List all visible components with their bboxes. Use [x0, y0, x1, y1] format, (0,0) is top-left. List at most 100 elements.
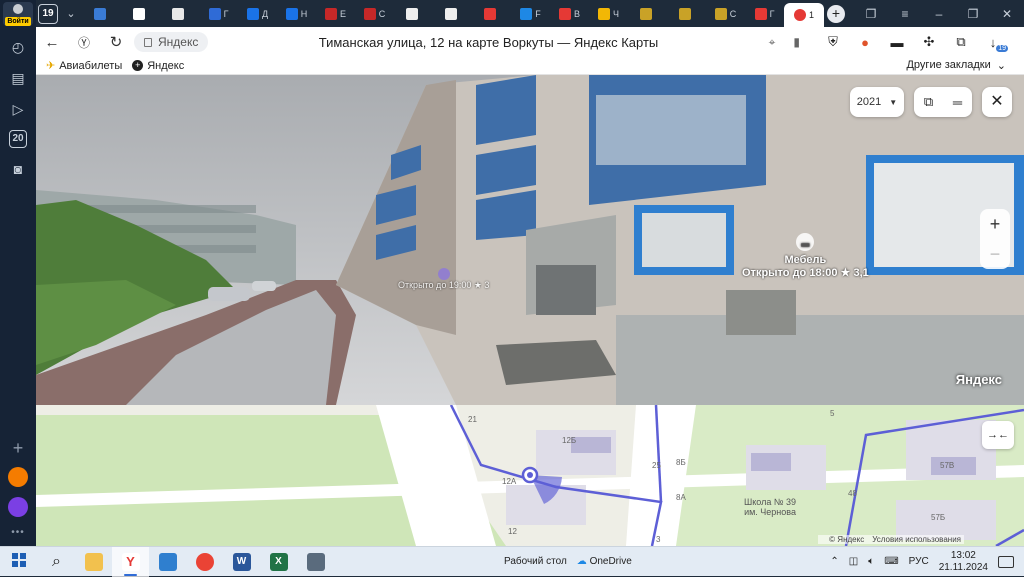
puzzle-icon[interactable]: ✣: [920, 34, 938, 50]
tab-item[interactable]: [160, 3, 199, 25]
bookmark-avia[interactable]: ✈ Авиабилеты: [46, 59, 122, 73]
notification-icon[interactable]: [998, 555, 1014, 568]
favicon-icon: [679, 7, 691, 20]
bookmark-yandex[interactable]: + Яндекс: [132, 60, 184, 72]
tab-item[interactable]: Ч: [589, 3, 628, 25]
volume-icon[interactable]: 🔈︎: [868, 556, 874, 567]
tab-item[interactable]: Е: [316, 3, 355, 25]
yandex-home-button[interactable]: Ⓨ: [68, 34, 100, 51]
search-button[interactable]: ⌕: [38, 547, 75, 577]
tab-item[interactable]: С: [706, 3, 745, 25]
reload-button[interactable]: ↻: [100, 33, 132, 51]
history-icon[interactable]: ◴: [8, 37, 28, 57]
menu-lines-icon[interactable]: ═: [953, 95, 962, 110]
zoom-out-button[interactable]: −: [990, 244, 1001, 265]
download-icon[interactable]: ↓ 19: [984, 34, 1008, 52]
user-avatar-icon: [13, 4, 23, 14]
site-pill[interactable]: Яндекс: [134, 32, 209, 52]
tab-item[interactable]: F: [511, 3, 550, 25]
year-selector[interactable]: 2021 ▼: [850, 87, 904, 117]
tab-count-button[interactable]: 19: [38, 3, 58, 24]
map-school-label[interactable]: Школа № 39 им. Чернова: [744, 497, 796, 517]
screenshot-icon[interactable]: ⧉: [952, 34, 970, 50]
yandex-market-icon[interactable]: [8, 467, 28, 487]
taskbar-explorer[interactable]: [75, 547, 112, 577]
alice-icon[interactable]: [8, 497, 28, 517]
favicon-icon: [558, 7, 571, 20]
tab-label: В: [573, 8, 580, 19]
zoom-in-button[interactable]: +: [990, 214, 1001, 235]
mini-map[interactable]: 21 12Б 12А 12 8Б 8А 5 48 57Б 57В 25 3 Шк…: [36, 405, 1024, 546]
network-icon[interactable]: ◫: [849, 556, 858, 567]
zoom-control: + −: [980, 209, 1010, 269]
open-external-icon[interactable]: ⧉: [924, 94, 933, 110]
folder-icon: [84, 552, 103, 571]
keyboard-icon[interactable]: ⌨: [884, 556, 898, 567]
more-icon[interactable]: •••: [11, 527, 25, 538]
start-button[interactable]: [0, 553, 38, 570]
tab-item[interactable]: Д: [238, 3, 277, 25]
other-bookmarks[interactable]: Другие закладки ⌄: [906, 59, 1006, 72]
taskbar-photos[interactable]: [149, 547, 186, 577]
menu-icon[interactable]: ≡: [888, 7, 922, 21]
chevron-down-icon[interactable]: ⌄: [60, 7, 82, 20]
map-label: 25: [652, 461, 661, 470]
close-icon[interactable]: ✕: [990, 7, 1024, 21]
tab-active[interactable]: 1: [784, 2, 824, 28]
tab-item[interactable]: [628, 3, 667, 25]
poi-furniture[interactable]: ▂ Мебель Открыто до 18:00 ★ 3,1: [742, 233, 869, 279]
collapse-map-button[interactable]: →←: [982, 421, 1014, 449]
extension-hat-icon[interactable]: ▬: [888, 34, 906, 50]
clock[interactable]: 13:02 21.11.2024: [939, 550, 988, 574]
tab-item[interactable]: [433, 3, 472, 25]
restore-icon[interactable]: ❐: [956, 7, 990, 21]
tab-item[interactable]: [667, 3, 706, 25]
tab-item[interactable]: С: [355, 3, 394, 25]
taskbar-calculator[interactable]: [297, 547, 334, 577]
close-panorama-button[interactable]: ✕: [982, 87, 1012, 117]
terms-link[interactable]: Условия использования: [872, 535, 961, 544]
tabs-counter-icon[interactable]: 20: [9, 130, 27, 148]
poi-small[interactable]: Открыто до 19:00 ★ 3: [398, 268, 489, 291]
onedrive-item[interactable]: ☁ OneDrive: [577, 556, 632, 567]
tab-item[interactable]: В: [550, 3, 589, 25]
desktop-toolbar: Рабочий стол ☁ OneDrive: [504, 556, 632, 567]
location-icon[interactable]: ⌖: [769, 35, 776, 50]
login-button[interactable]: Войти: [3, 2, 33, 26]
tab-item[interactable]: [121, 3, 160, 25]
bookmark-icon[interactable]: ▮: [793, 35, 800, 50]
add-panel-icon[interactable]: +: [13, 439, 24, 457]
tab-item[interactable]: Г: [745, 3, 784, 25]
bookmark-window-icon[interactable]: ❐: [854, 7, 888, 21]
onedrive-label: OneDrive: [589, 556, 632, 567]
collections-icon[interactable]: ▤: [8, 68, 28, 88]
tab-item[interactable]: [394, 3, 433, 25]
video-icon[interactable]: ▷: [8, 99, 28, 119]
chevron-up-icon[interactable]: ⌃: [830, 556, 838, 567]
tab-label: F: [535, 8, 541, 19]
extension-mushroom-icon[interactable]: ●: [856, 34, 874, 50]
back-button[interactable]: ←: [36, 34, 68, 51]
tab-item[interactable]: [82, 3, 121, 25]
tab-item[interactable]: [472, 3, 511, 25]
favicon-icon: [714, 7, 727, 20]
shield-icon[interactable]: ⛨: [824, 34, 842, 50]
desktop-label[interactable]: Рабочий стол: [504, 556, 567, 567]
tab-item[interactable]: Г: [199, 3, 238, 25]
tab-label: Г: [223, 8, 229, 19]
taskbar-yandex-browser[interactable]: Y: [112, 546, 149, 577]
map-canvas: [36, 405, 1024, 546]
camera-icon[interactable]: ◙: [8, 159, 28, 179]
street-panorama[interactable]: 2021 ▼ ⧉ ═ ✕ + − ▂ Мебель Открыто до 18:…: [36, 75, 1024, 405]
language-indicator[interactable]: РУС: [909, 556, 929, 567]
bookmark-label: Яндекс: [147, 59, 185, 72]
tab-item[interactable]: Н: [277, 3, 316, 25]
plus-circle-icon: +: [132, 60, 144, 71]
taskbar-word[interactable]: W: [223, 547, 260, 577]
tabs-container: ГДНЕСFВЧСГ: [82, 3, 784, 25]
taskbar-chrome[interactable]: [186, 547, 223, 577]
new-tab-button[interactable]: +: [827, 4, 845, 23]
taskbar-excel[interactable]: X: [260, 547, 297, 577]
minimize-icon[interactable]: –: [922, 7, 956, 21]
omnibox[interactable]: Яндекс Тиманская улица, 12 на карте Ворк…: [134, 30, 804, 54]
